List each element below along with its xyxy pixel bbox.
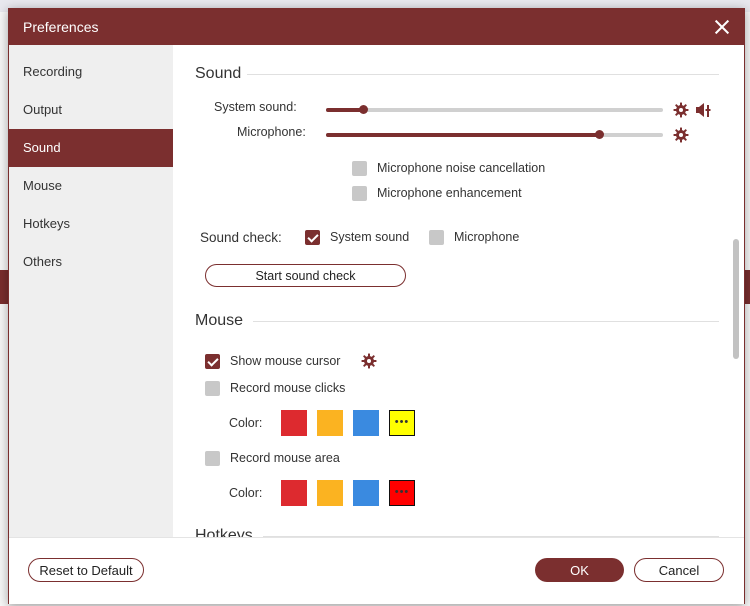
mouse-section-title: Mouse [195, 312, 244, 329]
section-divider [247, 74, 719, 75]
area-custom-color-swatch[interactable]: ••• [389, 480, 415, 506]
area-color-label: Color: [229, 486, 263, 500]
sidebar-item-label: Sound [23, 140, 61, 155]
enhancement-label: Microphone enhancement [377, 186, 522, 200]
area-color-orange-swatch[interactable] [317, 480, 343, 506]
system-sound-label: System sound: [214, 100, 297, 114]
more-dots-icon: ••• [394, 486, 410, 498]
microphone-gear-icon[interactable] [673, 127, 689, 143]
sidebar-item-output[interactable]: Output [9, 91, 173, 129]
check-system-sound-checkbox[interactable] [305, 230, 320, 245]
sidebar-item-others[interactable]: Others [9, 243, 173, 281]
record-area-checkbox[interactable] [205, 451, 220, 466]
speaker-icon[interactable] [695, 102, 712, 118]
record-clicks-checkbox[interactable] [205, 381, 220, 396]
sidebar-item-label: Mouse [23, 178, 63, 193]
sidebar-item-label: Recording [23, 64, 83, 79]
sidebar: Recording Output Sound Mouse Hotkeys Oth… [9, 45, 173, 537]
sound-section-title: Sound [195, 65, 242, 82]
area-color-red-swatch[interactable] [281, 480, 307, 506]
record-area-label: Record mouse area [230, 451, 340, 465]
check-microphone-label: Microphone [454, 230, 520, 244]
system-sound-slider-thumb[interactable] [359, 105, 369, 114]
sidebar-item-hotkeys[interactable]: Hotkeys [9, 205, 173, 243]
system-sound-slider[interactable] [326, 105, 663, 114]
sidebar-item-mouse[interactable]: Mouse [9, 167, 173, 205]
close-icon[interactable] [712, 17, 732, 37]
sidebar-item-label: Output [23, 102, 63, 117]
cursor-gear-icon[interactable] [361, 353, 377, 369]
noise-cancellation-label: Microphone noise cancellation [377, 161, 546, 175]
click-custom-color-swatch[interactable]: ••• [389, 410, 415, 436]
sidebar-item-label: Hotkeys [23, 216, 70, 231]
click-color-red-swatch[interactable] [281, 410, 307, 436]
microphone-label: Microphone: [237, 125, 306, 139]
microphone-slider[interactable] [326, 130, 663, 139]
system-sound-slider-fill [326, 108, 364, 112]
start-sound-check-button[interactable]: Start sound check [205, 264, 406, 287]
noise-cancellation-checkbox[interactable] [352, 161, 367, 176]
click-color-orange-swatch[interactable] [317, 410, 343, 436]
microphone-slider-fill [326, 133, 599, 137]
title-bar: Preferences [9, 9, 744, 45]
sidebar-item-label: Others [23, 254, 63, 269]
enhancement-checkbox[interactable] [352, 186, 367, 201]
check-microphone-checkbox[interactable] [429, 230, 444, 245]
show-cursor-checkbox[interactable] [205, 354, 220, 369]
more-dots-icon: ••• [394, 416, 410, 428]
click-color-label: Color: [229, 416, 263, 430]
content-scrollbar[interactable] [733, 239, 739, 359]
dialog-footer: Reset to Default OK Cancel [9, 537, 744, 604]
dialog-title: Preferences [23, 19, 99, 35]
reset-to-default-button[interactable]: Reset to Default [28, 558, 144, 582]
sidebar-item-recording[interactable]: Recording [9, 53, 173, 91]
show-cursor-label: Show mouse cursor [230, 354, 341, 368]
check-system-sound-label: System sound [330, 230, 410, 244]
preferences-dialog: Preferences Recording Output Sound Mouse… [8, 8, 745, 604]
section-divider [253, 321, 719, 322]
ok-button[interactable]: OK [535, 558, 624, 582]
microphone-slider-thumb[interactable] [594, 130, 604, 139]
click-color-blue-swatch[interactable] [353, 410, 379, 436]
sound-check-label: Sound check: [200, 230, 282, 245]
system-sound-gear-icon[interactable] [673, 102, 689, 118]
area-color-blue-swatch[interactable] [353, 480, 379, 506]
sidebar-item-sound[interactable]: Sound [9, 129, 173, 167]
record-clicks-label: Record mouse clicks [230, 381, 346, 395]
hotkeys-section-title: Hotkeys [195, 527, 253, 537]
settings-panel: Sound System sound: Microphone: Micropho… [173, 45, 744, 537]
cancel-button[interactable]: Cancel [634, 558, 724, 582]
